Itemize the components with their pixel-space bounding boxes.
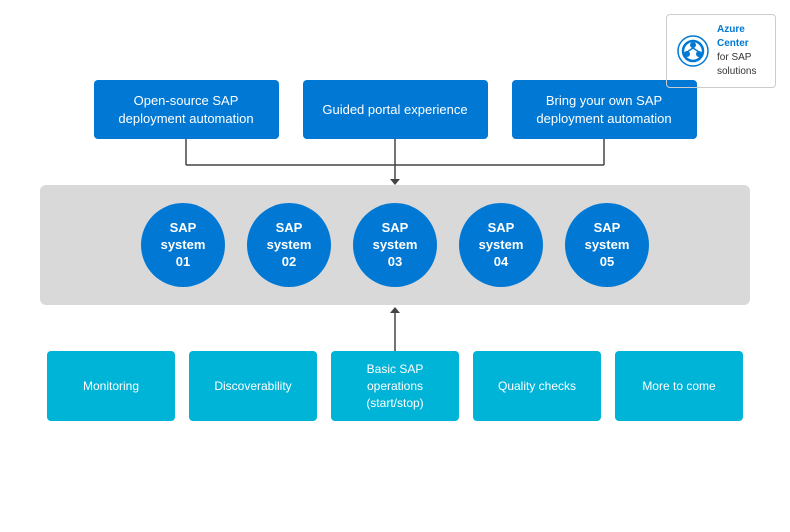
bottom-box-basic-sap: Basic SAP operations (start/stop)	[331, 351, 459, 421]
bottom-box-more-to-come: More to come	[615, 351, 743, 421]
bottom-box-discoverability: Discoverability	[189, 351, 317, 421]
bottom-box-monitoring: Monitoring	[47, 351, 175, 421]
top-box-guided-portal: Guided portal experience	[303, 80, 488, 139]
top-box-open-source: Open-source SAP deployment automation	[94, 80, 279, 139]
circle-sap-02: SAP system 02	[247, 203, 331, 287]
page-container: Azure Center for SAP solutions Open-sour…	[0, 0, 790, 532]
top-row: Open-source SAP deployment automation Gu…	[30, 80, 760, 139]
top-box-bring-your-own: Bring your own SAP deployment automation	[512, 80, 697, 139]
bottom-box-quality-checks: Quality checks	[473, 351, 601, 421]
bottom-connectors-svg	[40, 305, 750, 351]
azure-badge-text: Azure Center for SAP solutions	[717, 23, 765, 79]
circle-sap-04: SAP system 04	[459, 203, 543, 287]
top-connectors-svg	[40, 139, 750, 185]
azure-badge: Azure Center for SAP solutions	[666, 14, 776, 88]
circle-sap-03: SAP system 03	[353, 203, 437, 287]
bottom-connector-svg-container	[40, 305, 750, 351]
top-connector-svg-container	[40, 139, 750, 185]
bottom-row: Monitoring Discoverability Basic SAP ope…	[30, 351, 760, 421]
gray-band: SAP system 01 SAP system 02 SAP system 0…	[40, 185, 750, 305]
circle-sap-01: SAP system 01	[141, 203, 225, 287]
azure-logo-icon	[677, 35, 709, 67]
circle-sap-05: SAP system 05	[565, 203, 649, 287]
